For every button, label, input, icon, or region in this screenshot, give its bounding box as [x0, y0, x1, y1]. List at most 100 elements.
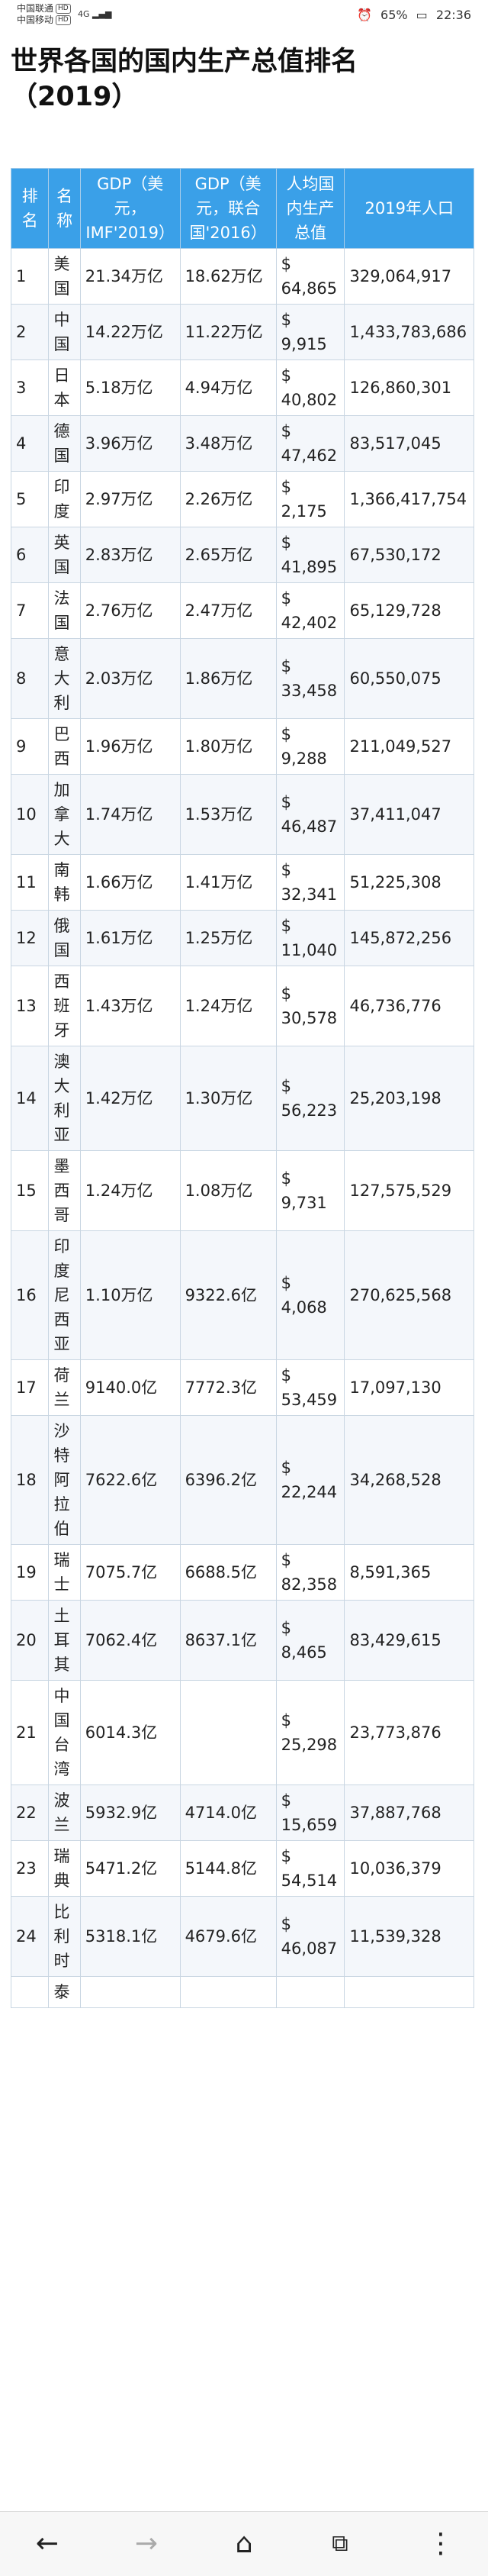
cell-population: 10,036,379 — [344, 1840, 474, 1897]
cell-rank: 8 — [10, 638, 50, 719]
cell-gdp-imf: 5471.2亿 — [79, 1840, 181, 1897]
cell-country: 意大利 — [48, 638, 81, 719]
cell-gdp-per-capita: $ 56,223 — [275, 1046, 345, 1151]
clock: 22:36 — [435, 8, 471, 22]
cell-rank: 15 — [10, 1150, 50, 1231]
cell-country: 泰 — [48, 1976, 81, 2008]
cell-country: 巴西 — [48, 718, 81, 775]
arrow-left-icon[interactable]: ← — [30, 2527, 64, 2561]
arrow-right-icon[interactable]: → — [130, 2527, 163, 2561]
cell-country: 印度 — [48, 471, 81, 527]
table-row: 5 印度 2.97万亿 2.26万亿 $ 2,175 1,366,417,754 — [10, 471, 474, 527]
cell-population: 1,433,783,686 — [344, 304, 474, 360]
cell-gdp-per-capita: $ 2,175 — [275, 471, 345, 527]
cell-population: 37,887,768 — [344, 1785, 474, 1841]
cell-gdp-un: 4714.0亿 — [179, 1785, 277, 1841]
table-row: 2 中国 14.22万亿 11.22万亿 $ 9,915 1,433,783,686 — [10, 304, 474, 360]
cell-gdp-un: 1.24万亿 — [179, 966, 277, 1046]
cell-country: 瑞士 — [48, 1544, 81, 1601]
cell-gdp-un: 1.08万亿 — [179, 1150, 277, 1231]
cell-gdp-per-capita: $ 4,068 — [275, 1230, 345, 1360]
table-row: 23 瑞典 5471.2亿 5144.8亿 $ 54,514 10,036,379 — [10, 1840, 474, 1897]
header-gdp-un[interactable]: GDP（美元，联合国'2016） — [179, 168, 277, 249]
cell-gdp-imf — [79, 1976, 181, 2008]
cell-country: 日本 — [48, 359, 81, 416]
cell-country: 印度尼西亚 — [48, 1230, 81, 1360]
table-row: 9 巴西 1.96万亿 1.80万亿 $ 9,288 211,049,527 — [10, 718, 474, 775]
cell-gdp-per-capita: $ 8,465 — [275, 1600, 345, 1681]
header-population[interactable]: 2019年人口 — [344, 168, 474, 249]
cell-population: 60,550,075 — [344, 638, 474, 719]
table-row: 3 日本 5.18万亿 4.94万亿 $ 40,802 126,860,301 — [10, 359, 474, 416]
cell-gdp-imf: 6014.3亿 — [79, 1680, 181, 1785]
cell-gdp-un: 2.26万亿 — [179, 471, 277, 527]
cell-gdp-per-capita: $ 46,087 — [275, 1896, 345, 1977]
cell-gdp-imf: 5318.1亿 — [79, 1896, 181, 1977]
cell-gdp-per-capita: $ 53,459 — [275, 1359, 345, 1416]
table-row: 19 瑞士 7075.7亿 6688.5亿 $ 82,358 8,591,365 — [10, 1544, 474, 1601]
cell-gdp-imf: 7062.4亿 — [79, 1600, 181, 1681]
header-gdp-per-capita[interactable]: 人均国内生产总值 — [275, 168, 345, 249]
cell-population: 1,366,417,754 — [344, 471, 474, 527]
cell-gdp-un — [179, 1976, 277, 2008]
header-gdp-imf[interactable]: GDP（美元，IMF'2019） — [79, 168, 181, 249]
cell-rank: 24 — [10, 1896, 50, 1977]
cell-population: 8,591,365 — [344, 1544, 474, 1601]
cell-country: 加拿大 — [48, 774, 81, 855]
table-row: 20 土耳其 7062.4亿 8637.1亿 $ 8,465 83,429,615 — [10, 1600, 474, 1681]
cell-gdp-per-capita: $ 42,402 — [275, 582, 345, 639]
cell-gdp-per-capita: $ 47,462 — [275, 415, 345, 472]
cell-gdp-per-capita: $ 9,731 — [275, 1150, 345, 1231]
cell-gdp-imf: 1.24万亿 — [79, 1150, 181, 1231]
table-row: 6 英国 2.83万亿 2.65万亿 $ 41,895 67,530,172 — [10, 527, 474, 583]
cell-country: 俄国 — [48, 910, 81, 966]
tabs-icon[interactable]: ⧉ — [323, 2527, 357, 2561]
cell-population: 126,860,301 — [344, 359, 474, 416]
cell-rank: 4 — [10, 415, 50, 472]
table-row: 15 墨西哥 1.24万亿 1.08万亿 $ 9,731 127,575,529 — [10, 1150, 474, 1231]
cell-gdp-imf: 5.18万亿 — [79, 359, 181, 416]
table-header-row: 排名 名称 GDP（美元，IMF'2019） GDP（美元，联合国'2016） … — [10, 168, 474, 249]
cell-country: 波兰 — [48, 1785, 81, 1841]
cell-country: 德国 — [48, 415, 81, 472]
cell-gdp-imf: 1.74万亿 — [79, 774, 181, 855]
status-right: ⏰ 65% ▭ 22:36 — [352, 8, 471, 22]
cell-rank: 1 — [10, 248, 50, 305]
cell-rank: 12 — [10, 910, 50, 966]
table-row: 7 法国 2.76万亿 2.47万亿 $ 42,402 65,129,728 — [10, 582, 474, 639]
cell-rank: 14 — [10, 1046, 50, 1151]
cell-country: 比利时 — [48, 1896, 81, 1977]
cell-gdp-un: 2.65万亿 — [179, 527, 277, 583]
table-row: 13 西班牙 1.43万亿 1.24万亿 $ 30,578 46,736,776 — [10, 966, 474, 1046]
cell-country: 法国 — [48, 582, 81, 639]
carrier-info: 中国联通 HD 中国移动 HD — [17, 3, 71, 26]
cell-gdp-un: 8637.1亿 — [179, 1600, 277, 1681]
cell-gdp-imf: 3.96万亿 — [79, 415, 181, 472]
cell-population: 83,517,045 — [344, 415, 474, 472]
cell-gdp-per-capita: $ 15,659 — [275, 1785, 345, 1841]
cell-gdp-un: 6688.5亿 — [179, 1544, 277, 1601]
home-icon[interactable]: ⌂ — [227, 2527, 261, 2561]
cell-gdp-imf: 1.96万亿 — [79, 718, 181, 775]
cell-rank: 10 — [10, 774, 50, 855]
cell-gdp-un: 4679.6亿 — [179, 1896, 277, 1977]
cell-gdp-un: 18.62万亿 — [179, 248, 277, 305]
gdp-table: 排名 名称 GDP（美元，IMF'2019） GDP（美元，联合国'2016） … — [10, 168, 474, 2008]
header-rank[interactable]: 排名 — [10, 168, 50, 249]
cell-population: 65,129,728 — [344, 582, 474, 639]
cell-gdp-per-capita: $ 46,487 — [275, 774, 345, 855]
header-name[interactable]: 名称 — [48, 168, 81, 249]
alarm-icon: ⏰ — [357, 8, 372, 22]
cell-population: 211,049,527 — [344, 718, 474, 775]
cell-rank: 11 — [10, 854, 50, 911]
cell-gdp-un: 4.94万亿 — [179, 359, 277, 416]
cell-gdp-imf: 2.03万亿 — [79, 638, 181, 719]
cell-gdp-un: 11.22万亿 — [179, 304, 277, 360]
table-row: 8 意大利 2.03万亿 1.86万亿 $ 33,458 60,550,075 — [10, 638, 474, 719]
cell-population: 25,203,198 — [344, 1046, 474, 1151]
more-vertical-icon[interactable]: ⋮ — [424, 2527, 458, 2561]
cell-gdp-un: 1.86万亿 — [179, 638, 277, 719]
cell-gdp-per-capita: $ 11,040 — [275, 910, 345, 966]
carrier-1: 中国联通 — [17, 3, 54, 14]
cell-gdp-per-capita: $ 30,578 — [275, 966, 345, 1046]
